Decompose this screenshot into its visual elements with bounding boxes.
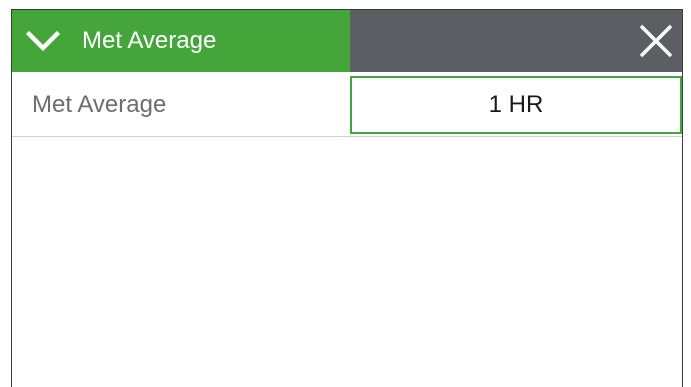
- setting-row: Met Average 1 HR: [12, 73, 682, 137]
- close-button[interactable]: [638, 23, 674, 59]
- met-average-panel: Met Average Met Average 1 HR: [11, 9, 683, 387]
- panel-title: Met Average: [82, 27, 217, 54]
- close-icon: [639, 24, 673, 58]
- setting-label: Met Average: [32, 91, 167, 118]
- collapse-toggle[interactable]: Met Average: [12, 10, 350, 72]
- header-bar: [350, 10, 682, 72]
- panel-header: Met Average: [12, 10, 682, 72]
- setting-value-field[interactable]: 1 HR: [350, 76, 682, 134]
- chevron-down-icon: [26, 29, 60, 53]
